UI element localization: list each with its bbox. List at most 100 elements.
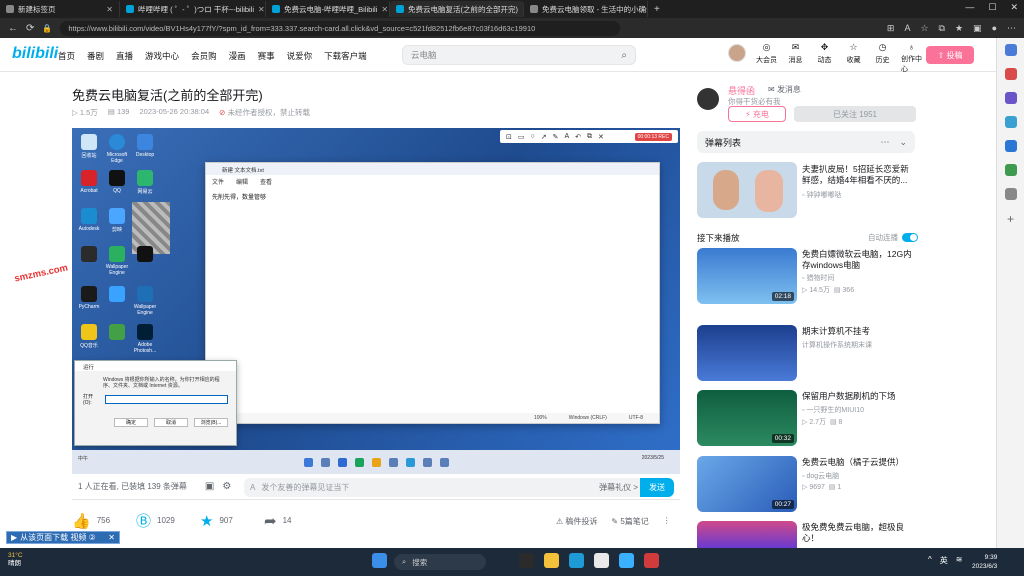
url-field[interactable]: https://www.bilibili.com/video/BV1Hs4y17… xyxy=(60,20,621,36)
charge-button[interactable]: ⚡ 充电 xyxy=(728,106,786,122)
video-player[interactable]: 回收站 Microsoft Edge Desktop Acrobat QQ 网易… xyxy=(72,128,680,474)
ime-indicator[interactable]: 英 xyxy=(940,555,948,566)
nav-item[interactable]: 会员购 xyxy=(191,50,217,62)
danmaku-list-toggle[interactable]: 弹幕列表 ⋯ ⌄ xyxy=(697,131,915,153)
browser-tab-active[interactable]: 免费云电脑复活(之前的全部开完)✕ xyxy=(390,1,524,17)
follow-button[interactable]: 已关注 1951 xyxy=(794,106,916,122)
search-icon[interactable]: ⌕ xyxy=(621,50,627,61)
favorites-icon[interactable]: ★ xyxy=(955,23,963,34)
maximize-icon[interactable]: ☐ xyxy=(988,2,996,13)
danmaku-etiquette-link[interactable]: 弹幕礼仪 > xyxy=(599,482,638,493)
more-icon[interactable]: ⋯ xyxy=(1007,23,1016,34)
reader-icon[interactable]: ⊞ xyxy=(887,23,895,34)
creator-button[interactable]: ♁ 创作中心 xyxy=(901,42,922,74)
rec-author[interactable]: ▫ 猎物时间 xyxy=(802,273,834,283)
rec-title[interactable]: 极免费免费云电脑，超极良心！ xyxy=(802,522,914,544)
tab-close-icon[interactable]: ✕ xyxy=(381,5,388,14)
send-message-link[interactable]: ✉ 发消息 xyxy=(768,84,801,95)
tab-close-icon[interactable]: ✕ xyxy=(258,5,265,14)
close-icon[interactable]: ✕ xyxy=(108,533,115,542)
favorite-page-icon[interactable]: ☆ xyxy=(920,23,928,34)
avatar[interactable] xyxy=(728,44,746,62)
rec-title[interactable]: 免费云电脑（橘子云提供） xyxy=(802,457,914,468)
task-view-icon[interactable] xyxy=(519,553,534,568)
edge-icon[interactable] xyxy=(569,553,584,568)
rec-thumbnail[interactable] xyxy=(697,521,797,548)
rec-title[interactable]: 免费白嫖微软云电脑，12G内存windows电脑 xyxy=(802,249,914,271)
rec-author[interactable]: ▫ 一只野生的MIUI10 xyxy=(802,405,864,415)
app-icon[interactable] xyxy=(644,553,659,568)
tab-close-icon[interactable]: ✕ xyxy=(106,5,113,14)
more-icon[interactable]: ⋮ xyxy=(663,516,671,527)
tools-icon[interactable] xyxy=(1004,92,1017,104)
danmaku-settings-icon[interactable]: ⚙ xyxy=(222,481,231,492)
rec-thumbnail[interactable] xyxy=(697,325,797,381)
search-icon[interactable] xyxy=(1004,44,1017,56)
nav-item[interactable]: 直播 xyxy=(116,50,133,62)
danmaku-toggle-icon[interactable]: ▣ xyxy=(205,481,214,492)
rec-thumbnail[interactable]: 02:18 xyxy=(697,248,797,304)
search-input[interactable]: 云电脑 ⌕ xyxy=(402,45,636,65)
ad-title[interactable]: 夫妻扒皮局！5招延长恋爱新鲜感，结婚4年相看不厌的... xyxy=(802,164,914,186)
rec-title[interactable]: 期末计算机不挂考 xyxy=(802,326,914,337)
uploader-avatar[interactable] xyxy=(697,88,719,110)
app-icon[interactable] xyxy=(619,553,634,568)
back-icon[interactable]: ← xyxy=(8,23,18,34)
browser-tab[interactable]: 哔哩哔哩 ( ゜- ゜)つロ 干杯~-bilibili ✕ xyxy=(120,1,266,17)
rec-author[interactable]: ▫ dog云电脑 xyxy=(802,471,839,481)
nav-item-download[interactable]: 下载客户端 xyxy=(324,50,367,62)
browser-tab[interactable]: 新建标签页 ✕ xyxy=(0,1,120,17)
toggle-switch[interactable] xyxy=(902,233,918,242)
refresh-icon[interactable]: ⟳ xyxy=(26,23,34,34)
rec-thumbnail[interactable]: 00:27 xyxy=(697,456,797,512)
post-button[interactable]: ⇧ 投稿 xyxy=(926,46,974,64)
window-close-icon[interactable]: ✕ xyxy=(1010,2,1018,13)
rec-thumbnail[interactable]: 00:32 xyxy=(697,390,797,446)
minimize-icon[interactable]: — xyxy=(965,2,974,13)
weather-widget[interactable]: 31°C 晴朗 xyxy=(8,552,23,568)
office-icon[interactable] xyxy=(1004,164,1017,176)
split-icon[interactable]: ⧉ xyxy=(939,23,945,34)
aa-icon[interactable]: A xyxy=(904,23,910,34)
wifi-icon[interactable]: ≋ xyxy=(956,555,963,566)
history-button[interactable]: ◷ 历史 xyxy=(872,42,893,74)
start-icon[interactable] xyxy=(372,553,387,568)
ad-author[interactable]: ▫ 钟钟嘟嘟哒 xyxy=(802,190,841,200)
notes-link[interactable]: ✎ 5篇笔记 xyxy=(611,516,648,527)
ad-thumbnail[interactable] xyxy=(697,162,797,218)
taskbar-search[interactable]: ⌕ 搜索 xyxy=(394,554,486,570)
favorite-button[interactable]: ★ 907 xyxy=(200,510,264,531)
shopping-icon[interactable] xyxy=(1004,68,1017,80)
browser-tab[interactable]: 免费云电脑领取 - 生活中的小确幸✕ xyxy=(524,1,648,17)
coin-button[interactable]: Ⓑ 1029 xyxy=(136,510,200,531)
like-button[interactable]: 👍 756 xyxy=(72,510,136,531)
collections-icon[interactable]: ▣ xyxy=(973,23,982,34)
outlook-icon[interactable] xyxy=(1004,140,1017,152)
tray-chevron-icon[interactable]: ^ xyxy=(928,555,932,566)
danmaku-send-button[interactable]: 发送 xyxy=(640,478,674,497)
nav-item[interactable]: 首页 xyxy=(58,50,75,62)
vip-button[interactable]: ◎ 大会员 xyxy=(756,42,777,74)
share-button[interactable]: ➦ 14 xyxy=(264,510,328,531)
drop-icon[interactable] xyxy=(1004,188,1017,200)
font-style-icon[interactable]: A xyxy=(250,483,255,492)
message-button[interactable]: ✉ 消息 xyxy=(785,42,806,74)
games-icon[interactable] xyxy=(1004,116,1017,128)
taskbar-clock[interactable]: 9:39 2023/6/3 xyxy=(972,553,997,571)
nav-item[interactable]: 说爱你 xyxy=(287,50,313,62)
chrome-icon[interactable] xyxy=(594,553,609,568)
download-video-bar[interactable]: ▶ 从该页面下载 视频 ② ✕ xyxy=(6,531,120,544)
bilibili-logo[interactable]: bilibili xyxy=(12,45,58,63)
profile-icon[interactable]: ● xyxy=(992,23,997,34)
report-link[interactable]: ⚠ 稿件投诉 xyxy=(556,516,597,527)
browser-tab[interactable]: 免费云电脑-哔哩哔哩_Bilibili ✕ xyxy=(266,1,390,17)
nav-item[interactable]: 番剧 xyxy=(87,50,104,62)
nav-item[interactable]: 游戏中心 xyxy=(145,50,179,62)
rec-author[interactable]: 计算机操作系统期末课 xyxy=(802,340,872,350)
settings-icon[interactable]: ⋯ xyxy=(880,137,889,148)
danmaku-input[interactable]: A 发个友善的弹幕见证当下 弹幕礼仪 > xyxy=(244,478,644,497)
add-icon[interactable]: + xyxy=(1007,212,1014,226)
new-tab-icon[interactable]: + xyxy=(654,4,660,15)
dynamic-button[interactable]: ✥ 动态 xyxy=(814,42,835,74)
favorite-button[interactable]: ☆ 收藏 xyxy=(843,42,864,74)
